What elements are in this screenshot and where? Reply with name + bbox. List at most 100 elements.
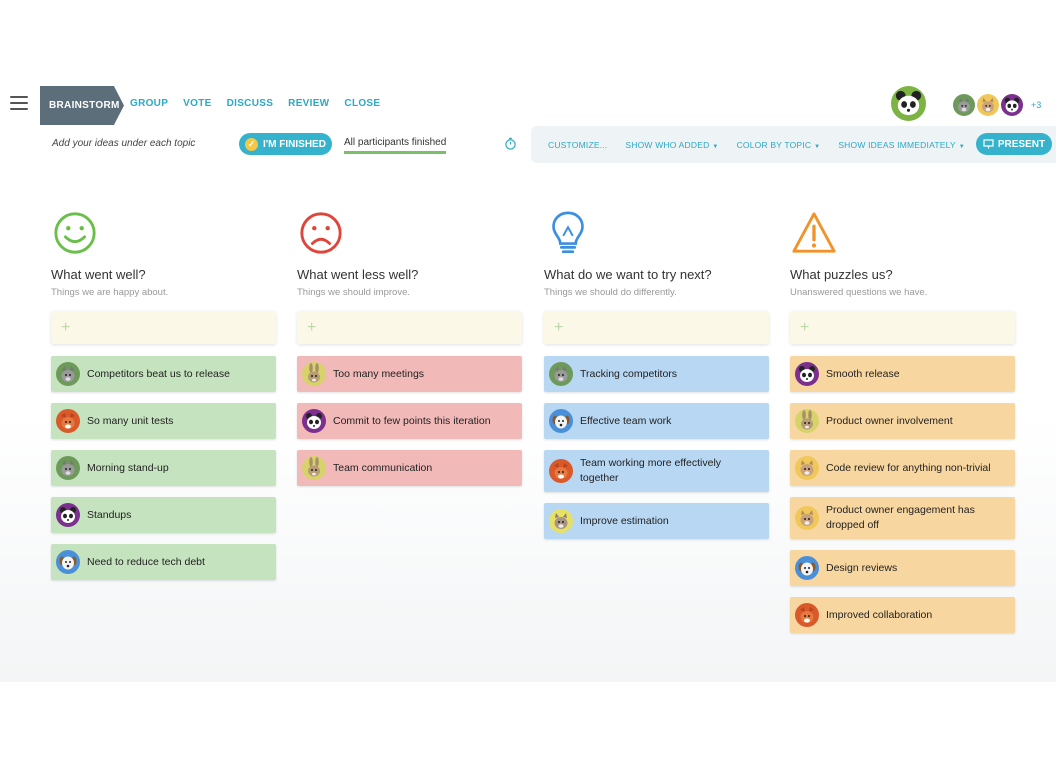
participant-avatars[interactable]: +3 bbox=[953, 94, 1041, 116]
idea-card[interactable]: Improved collaboration bbox=[790, 597, 1015, 633]
show-who-added-label: SHOW WHO ADDED bbox=[625, 139, 710, 150]
step-review[interactable]: REVIEW bbox=[288, 98, 329, 109]
lightbulb-icon bbox=[552, 211, 584, 254]
step-brainstorm[interactable]: BRAINSTORM bbox=[40, 86, 124, 125]
idea-text: Code review for anything non-trivial bbox=[826, 461, 991, 474]
plus-icon: + bbox=[554, 318, 564, 336]
idea-text: Tracking competitors bbox=[580, 367, 678, 380]
fox-avatar-icon bbox=[549, 459, 573, 483]
column-subtitle: Things we should improve. bbox=[297, 287, 410, 298]
show-ideas-dropdown[interactable]: SHOW IDEAS IMMEDIATELY ▼ bbox=[838, 140, 965, 150]
rabbit-avatar-icon bbox=[795, 409, 819, 433]
color-by-topic-label: COLOR BY TOPIC bbox=[736, 139, 812, 150]
card-list: Too many meetings Commit to few points t… bbox=[297, 356, 522, 486]
column-title: What puzzles us? bbox=[790, 267, 893, 282]
idea-card[interactable]: Too many meetings bbox=[297, 356, 522, 392]
plus-icon: + bbox=[307, 318, 317, 336]
rabbit-avatar-icon bbox=[302, 456, 326, 480]
fox-avatar-icon bbox=[795, 603, 819, 627]
add-idea-button[interactable]: + bbox=[297, 311, 522, 344]
more-participants-count[interactable]: +3 bbox=[1031, 100, 1041, 110]
card-list: Smooth release Product owner involvement… bbox=[790, 356, 1015, 633]
step-discuss[interactable]: DISCUSS bbox=[227, 98, 274, 109]
step-nav: GROUP VOTE DISCUSS REVIEW CLOSE bbox=[130, 98, 380, 109]
step-vote[interactable]: VOTE bbox=[183, 98, 211, 109]
column-puzzles: What puzzles us? Unanswered questions we… bbox=[790, 210, 1015, 644]
idea-card[interactable]: Need to reduce tech debt bbox=[51, 544, 276, 580]
caret-down-icon: ▼ bbox=[958, 143, 965, 150]
checkmark-icon: ✓ bbox=[245, 137, 258, 151]
idea-card[interactable]: Team communication bbox=[297, 450, 522, 486]
presentation-icon bbox=[983, 139, 994, 149]
im-finished-button[interactable]: ✓ I'M FINISHED bbox=[239, 133, 332, 155]
idea-card[interactable]: Effective team work bbox=[544, 403, 769, 439]
column-subtitle: Unanswered questions we have. bbox=[790, 287, 928, 298]
timer-icon[interactable] bbox=[504, 137, 517, 150]
idea-card[interactable]: Competitors beat us to release bbox=[51, 356, 276, 392]
participant-avatar-cat bbox=[977, 94, 999, 116]
warning-icon bbox=[792, 212, 836, 253]
cat-avatar-icon bbox=[795, 456, 819, 480]
plus-icon: + bbox=[61, 318, 71, 336]
add-idea-button[interactable]: + bbox=[51, 311, 276, 344]
wolf-avatar-icon bbox=[56, 362, 80, 386]
cat-avatar-icon bbox=[795, 506, 819, 530]
customize-button[interactable]: CUSTOMIZE... bbox=[548, 140, 607, 150]
panda-avatar-icon bbox=[302, 409, 326, 433]
show-ideas-label: SHOW IDEAS IMMEDIATELY bbox=[838, 139, 956, 150]
idea-text: Team communication bbox=[333, 461, 433, 474]
retrospective-app: BRAINSTORM GROUP VOTE DISCUSS REVIEW CLO… bbox=[0, 82, 1056, 682]
fox-avatar-icon bbox=[56, 409, 80, 433]
caret-down-icon: ▼ bbox=[712, 143, 719, 150]
idea-card[interactable]: Code review for anything non-trivial bbox=[790, 450, 1015, 486]
idea-card[interactable]: Product owner involvement bbox=[790, 403, 1015, 439]
idea-card[interactable]: Team working more effectively together bbox=[544, 450, 769, 492]
im-finished-label: I'M FINISHED bbox=[263, 138, 326, 150]
color-by-topic-dropdown[interactable]: COLOR BY TOPIC ▼ bbox=[737, 140, 821, 150]
dog-avatar-icon bbox=[795, 556, 819, 580]
add-idea-button[interactable]: + bbox=[544, 311, 769, 344]
all-participants-finished-status: All participants finished bbox=[344, 137, 447, 154]
idea-card[interactable]: Improve estimation bbox=[544, 503, 769, 539]
idea-text: Smooth release bbox=[826, 367, 900, 380]
show-who-added-dropdown[interactable]: SHOW WHO ADDED ▼ bbox=[625, 140, 718, 150]
present-button[interactable]: PRESENT bbox=[976, 133, 1052, 155]
idea-text: Effective team work bbox=[580, 414, 672, 427]
card-list: Tracking competitors Effective team work… bbox=[544, 356, 769, 539]
column-subtitle: Things we are happy about. bbox=[51, 287, 169, 298]
idea-text: Improve estimation bbox=[580, 514, 669, 527]
column-title: What went less well? bbox=[297, 267, 419, 282]
idea-card[interactable]: Standups bbox=[51, 497, 276, 533]
column-went-less-well: What went less well? Things we should im… bbox=[297, 210, 522, 497]
step-group[interactable]: GROUP bbox=[130, 98, 168, 109]
idea-text: Improved collaboration bbox=[826, 608, 933, 621]
column-went-well: What went well? Things we are happy abou… bbox=[51, 210, 276, 591]
panda-avatar-icon bbox=[56, 503, 80, 527]
dog-avatar-icon bbox=[549, 409, 573, 433]
panda-avatar-icon bbox=[795, 362, 819, 386]
idea-text: Product owner engagement has dropped off bbox=[826, 504, 975, 531]
idea-text: Need to reduce tech debt bbox=[87, 555, 205, 568]
wolf-avatar-icon bbox=[56, 456, 80, 480]
idea-text: Too many meetings bbox=[333, 367, 425, 380]
idea-card[interactable]: So many unit tests bbox=[51, 403, 276, 439]
current-user-avatar[interactable] bbox=[891, 86, 926, 121]
wolf-avatar-icon bbox=[549, 362, 573, 386]
hamburger-menu-icon[interactable] bbox=[10, 96, 28, 110]
idea-text: Competitors beat us to release bbox=[87, 367, 230, 380]
caret-down-icon: ▼ bbox=[814, 143, 821, 150]
idea-text: Commit to few points this iteration bbox=[333, 414, 491, 427]
step-close[interactable]: CLOSE bbox=[344, 98, 380, 109]
idea-text: Standups bbox=[87, 508, 132, 521]
idea-card[interactable]: Smooth release bbox=[790, 356, 1015, 392]
idea-card[interactable]: Morning stand-up bbox=[51, 450, 276, 486]
idea-card[interactable]: Commit to few points this iteration bbox=[297, 403, 522, 439]
frown-icon bbox=[300, 212, 342, 254]
idea-card[interactable]: Product owner engagement has dropped off bbox=[790, 497, 1015, 539]
column-subtitle: Things we should do differently. bbox=[544, 287, 677, 298]
add-idea-button[interactable]: + bbox=[790, 311, 1015, 344]
idea-text: Morning stand-up bbox=[87, 461, 169, 474]
column-try-next: What do we want to try next? Things we s… bbox=[544, 210, 769, 550]
idea-card[interactable]: Tracking competitors bbox=[544, 356, 769, 392]
idea-card[interactable]: Design reviews bbox=[790, 550, 1015, 586]
